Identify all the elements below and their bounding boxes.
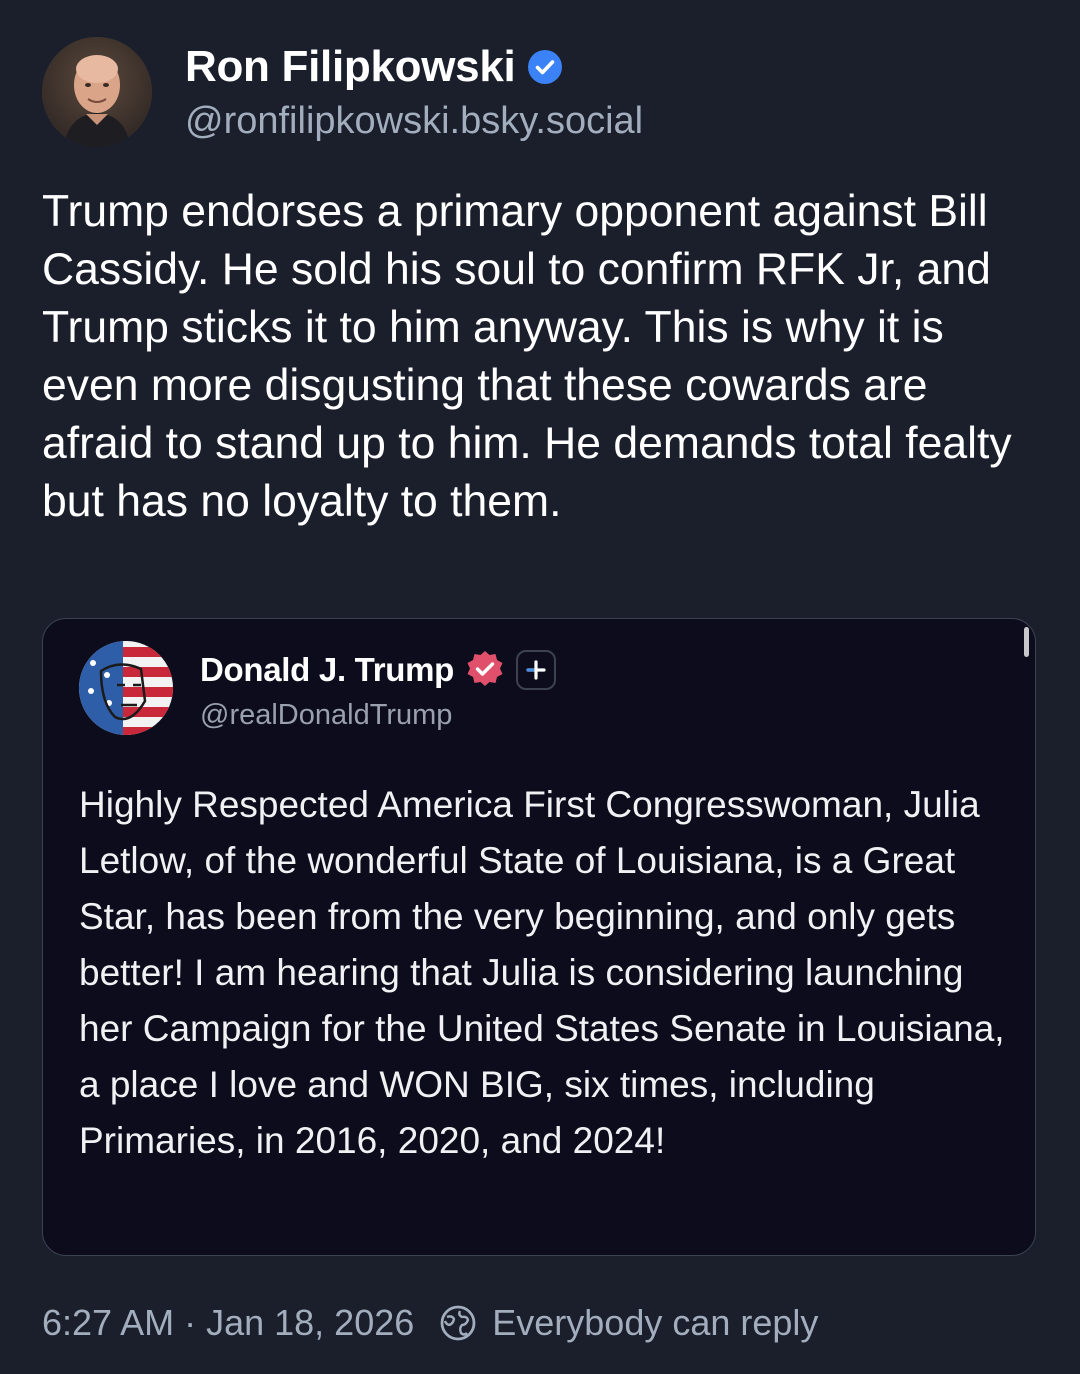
globe-icon	[438, 1303, 478, 1343]
quoted-post-text: Highly Respected America First Congressw…	[79, 784, 1005, 1161]
plus-icon[interactable]	[516, 650, 557, 690]
post-footer: 6:27 AM · Jan 18, 2026 Everybody can rep…	[42, 1302, 818, 1344]
quoted-author-name[interactable]: Donald J. Trump	[200, 651, 454, 689]
quoted-name-row: Donald J. Trump	[200, 649, 557, 691]
quoted-author-handle[interactable]: @realDonaldTrump	[200, 699, 452, 732]
post-text: Trump endorses a primary opponent agains…	[42, 187, 1012, 526]
quoted-author-avatar[interactable]	[79, 641, 173, 735]
scrollbar[interactable]	[1024, 627, 1029, 657]
quote-card[interactable]: Donald J. Trump @realDonaldTrump Highly …	[42, 618, 1036, 1256]
verified-badge-icon[interactable]	[464, 649, 506, 691]
reply-setting[interactable]: Everybody can reply	[492, 1302, 818, 1344]
author-handle[interactable]: @ronfilipkowski.bsky.social	[185, 100, 643, 143]
post-timestamp[interactable]: 6:27 AM · Jan 18, 2026	[42, 1302, 414, 1344]
author-name-row: Ron Filipkowski	[185, 42, 563, 92]
author-name[interactable]: Ron Filipkowski	[185, 42, 516, 92]
author-avatar[interactable]	[42, 37, 152, 147]
verified-check-icon[interactable]	[527, 49, 563, 85]
post: Ron Filipkowski @ronfilipkowski.bsky.soc…	[0, 0, 1080, 1374]
